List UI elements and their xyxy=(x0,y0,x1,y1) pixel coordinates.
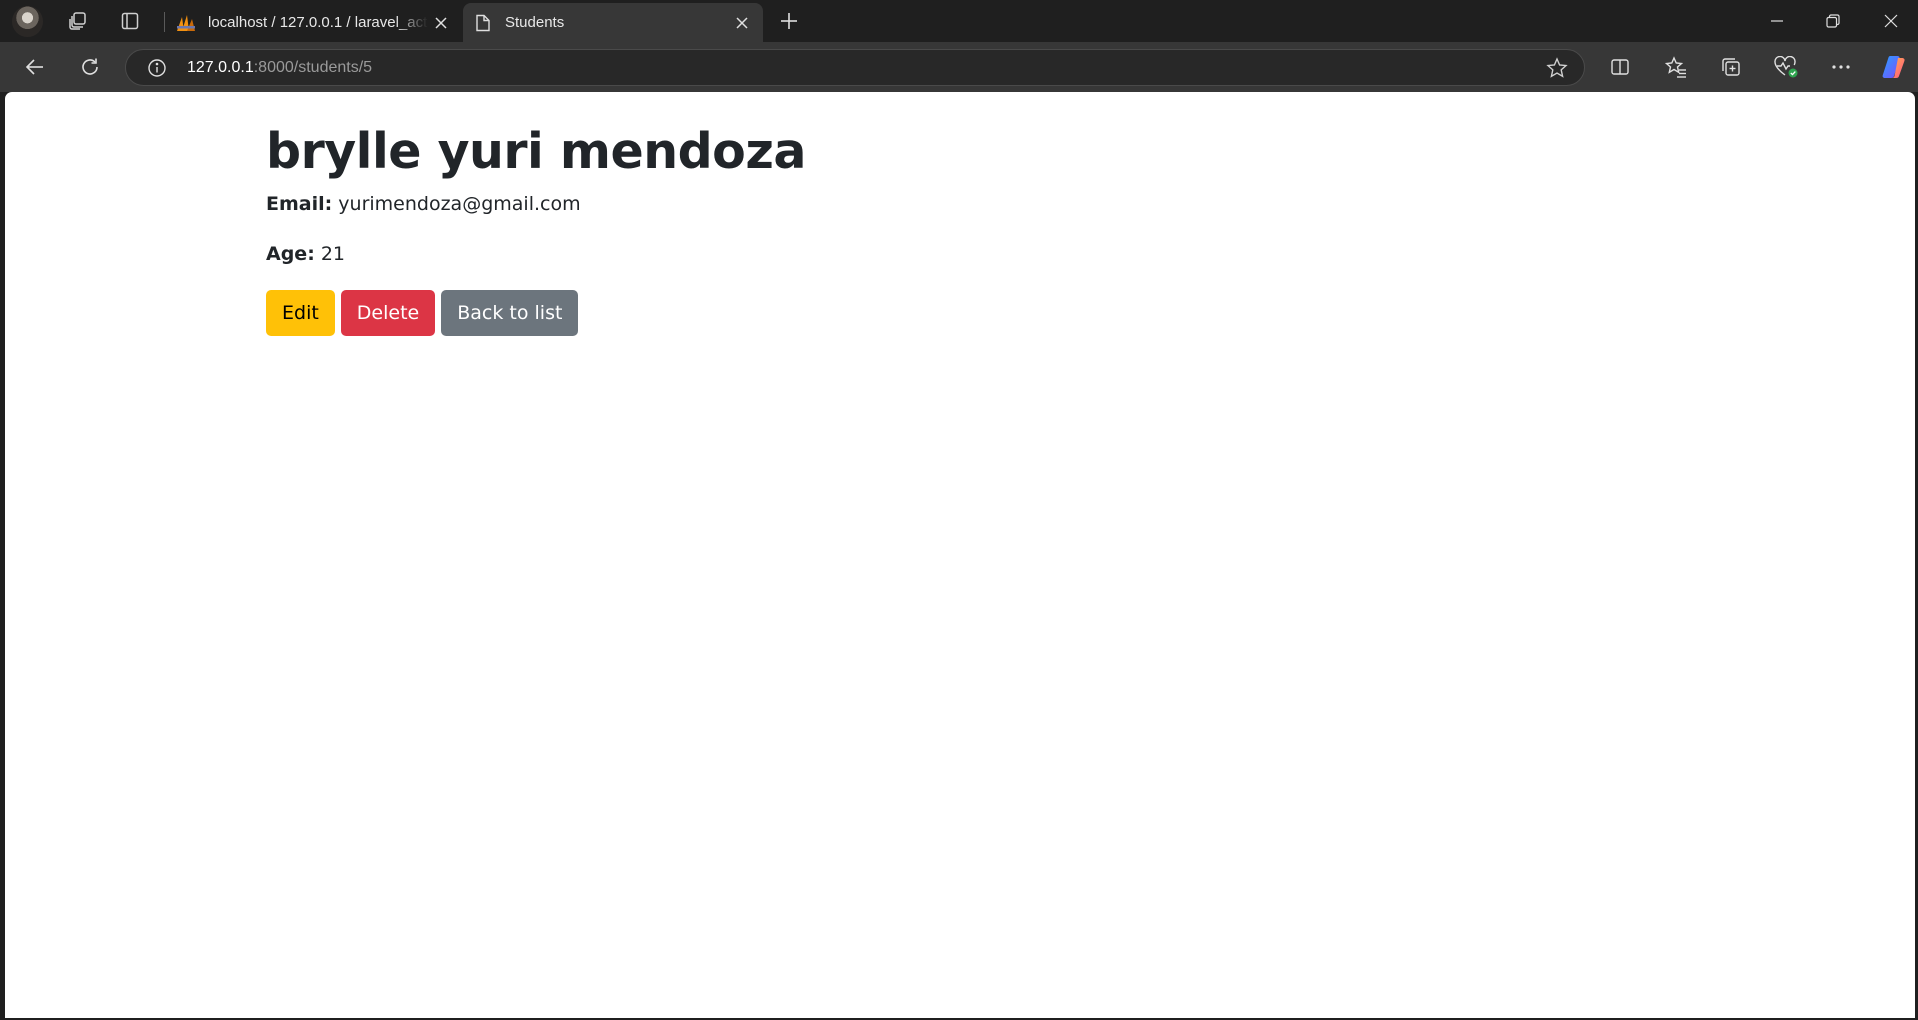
email-row: Email: yurimendoza@gmail.com xyxy=(266,192,1166,216)
tab-phpmyadmin[interactable]: localhost / 127.0.0.1 / laravel_activ xyxy=(166,3,462,42)
workspaces-icon[interactable] xyxy=(65,8,91,34)
window-close-icon[interactable] xyxy=(1871,6,1911,36)
split-screen-icon[interactable] xyxy=(1606,53,1634,81)
copilot-icon[interactable] xyxy=(1880,53,1908,81)
tab-close-icon[interactable] xyxy=(428,10,454,36)
tab-title: localhost / 127.0.0.1 / laravel_activ xyxy=(208,14,428,31)
email-value: yurimendoza@gmail.com xyxy=(338,193,581,215)
favorites-icon[interactable] xyxy=(1662,53,1690,81)
phpmyadmin-icon xyxy=(176,13,196,33)
tab-actions-icon[interactable] xyxy=(117,8,143,34)
url-path: :8000/students/5 xyxy=(253,59,373,76)
refresh-icon[interactable] xyxy=(75,52,105,82)
restore-icon[interactable] xyxy=(1813,6,1853,36)
browser-essentials-icon[interactable] xyxy=(1772,53,1800,81)
age-value: 21 xyxy=(320,243,346,265)
age-label: Age: xyxy=(266,243,315,265)
edit-button[interactable]: Edit xyxy=(266,290,335,336)
back-arrow-icon[interactable] xyxy=(20,52,50,82)
tab-bar: localhost / 127.0.0.1 / laravel_activ St… xyxy=(0,0,1918,42)
url-text[interactable]: 127.0.0.1:8000/students/5 xyxy=(187,59,372,77)
url-host: 127.0.0.1 xyxy=(187,59,254,76)
page-icon xyxy=(473,13,493,33)
minimize-icon[interactable] xyxy=(1757,6,1797,36)
browser-toolbar: 127.0.0.1:8000/students/5 xyxy=(0,42,1918,92)
tab-close-icon[interactable] xyxy=(729,10,755,36)
page-viewport: brylle yuri mendoza Email: yurimendoza@g… xyxy=(5,92,1915,1018)
tab-students[interactable]: Students xyxy=(463,3,763,42)
more-options-icon[interactable] xyxy=(1827,53,1855,81)
tab-separator xyxy=(164,12,165,32)
tab-title: Students xyxy=(505,14,565,31)
new-tab-icon[interactable] xyxy=(776,8,802,34)
site-info-icon[interactable] xyxy=(147,58,167,78)
delete-button[interactable]: Delete xyxy=(340,290,436,336)
back-to-list-button[interactable]: Back to list xyxy=(441,290,579,336)
collections-icon[interactable] xyxy=(1717,53,1745,81)
email-label: Email: xyxy=(266,193,333,215)
profile-avatar[interactable] xyxy=(12,6,43,37)
address-bar[interactable]: 127.0.0.1:8000/students/5 xyxy=(125,49,1585,86)
student-detail: brylle yuri mendoza Email: yurimendoza@g… xyxy=(266,122,1166,336)
student-name-heading: brylle yuri mendoza xyxy=(266,123,806,180)
age-row: Age: 21 xyxy=(266,242,1166,266)
favorite-star-icon[interactable] xyxy=(1546,57,1568,79)
action-buttons: Edit Delete Back to list xyxy=(266,290,1166,336)
